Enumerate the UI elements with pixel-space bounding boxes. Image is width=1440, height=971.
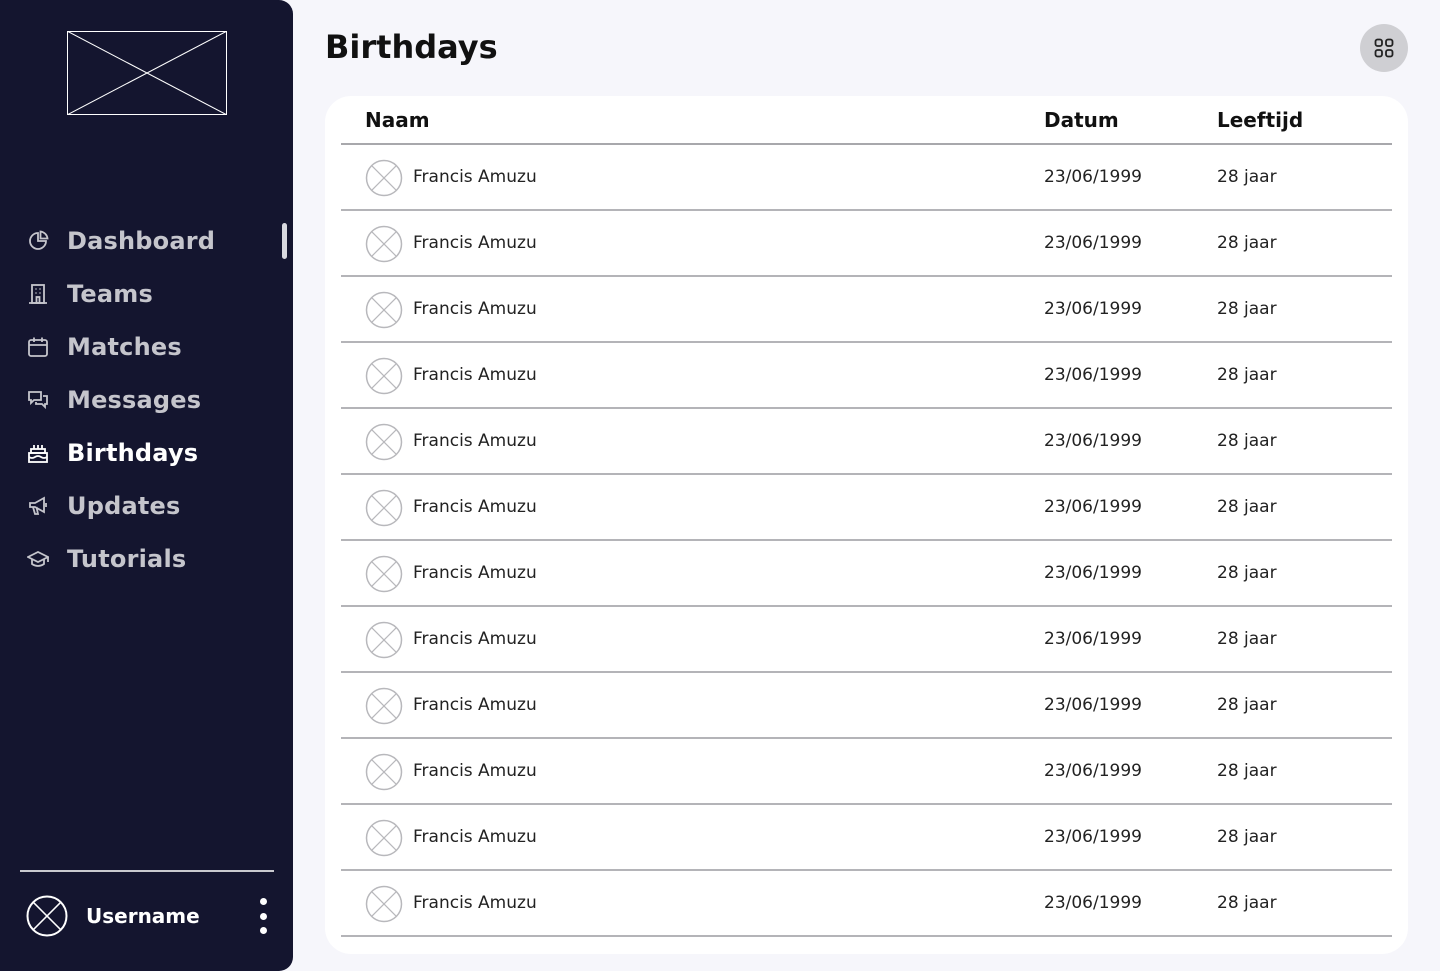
sidebar-item-label: Tutorials — [67, 544, 187, 573]
avatar — [365, 357, 403, 395]
table-row[interactable]: Francis Amuzu 23/06/1999 28 jaar — [341, 145, 1392, 211]
avatar — [365, 291, 403, 329]
row-age: 28 jaar — [1217, 761, 1277, 781]
row-age: 28 jaar — [1217, 893, 1277, 913]
sidebar-item-label: Teams — [67, 279, 153, 308]
table-row[interactable]: Francis Amuzu 23/06/1999 28 jaar — [341, 673, 1392, 739]
table-row[interactable]: Francis Amuzu 23/06/1999 28 jaar — [341, 343, 1392, 409]
chat-icon — [27, 389, 49, 411]
table-header: Naam Datum Leeftijd — [341, 96, 1392, 145]
grid-icon — [1374, 38, 1394, 58]
sidebar-item-updates[interactable]: Updates — [0, 479, 293, 532]
table-row[interactable]: Francis Amuzu 23/06/1999 28 jaar — [341, 475, 1392, 541]
row-name: Francis Amuzu — [413, 167, 537, 187]
sidebar-item-label: Messages — [67, 385, 202, 414]
row-date: 23/06/1999 — [1044, 299, 1142, 319]
row-name: Francis Amuzu — [413, 893, 537, 913]
building-icon — [27, 283, 49, 305]
column-header-datum[interactable]: Datum — [1044, 108, 1119, 132]
calendar-icon — [27, 336, 49, 358]
row-age: 28 jaar — [1217, 431, 1277, 451]
sidebar-item-birthdays[interactable]: Birthdays — [0, 426, 293, 479]
sidebar-item-matches[interactable]: Matches — [0, 320, 293, 373]
avatar — [365, 159, 403, 197]
table-row[interactable]: Francis Amuzu 23/06/1999 28 jaar — [341, 211, 1392, 277]
column-header-naam[interactable]: Naam — [365, 108, 430, 132]
row-name: Francis Amuzu — [413, 629, 537, 649]
scroll-indicator[interactable] — [282, 223, 287, 259]
sidebar-item-teams[interactable]: Teams — [0, 267, 293, 320]
avatar — [365, 753, 403, 791]
user-divider — [20, 870, 274, 872]
row-age: 28 jaar — [1217, 827, 1277, 847]
row-name: Francis Amuzu — [413, 563, 537, 583]
row-name: Francis Amuzu — [413, 233, 537, 253]
table-row[interactable]: Francis Amuzu 23/06/1999 28 jaar — [341, 409, 1392, 475]
avatar — [365, 885, 403, 923]
table-row[interactable]: Francis Amuzu 23/06/1999 28 jaar — [341, 805, 1392, 871]
row-date: 23/06/1999 — [1044, 365, 1142, 385]
row-age: 28 jaar — [1217, 629, 1277, 649]
row-date: 23/06/1999 — [1044, 893, 1142, 913]
avatar — [365, 555, 403, 593]
table-row[interactable]: Francis Amuzu 23/06/1999 28 jaar — [341, 871, 1392, 937]
row-date: 23/06/1999 — [1044, 695, 1142, 715]
birthdays-table-card: Naam Datum Leeftijd Francis Amuzu 23/06/1… — [325, 96, 1408, 954]
row-age: 28 jaar — [1217, 299, 1277, 319]
sidebar-item-dashboard[interactable]: Dashboard — [0, 214, 293, 267]
logo-placeholder — [67, 31, 227, 115]
table-row[interactable]: Francis Amuzu 23/06/1999 28 jaar — [341, 277, 1392, 343]
row-name: Francis Amuzu — [413, 299, 537, 319]
sidebar-nav: Dashboard Teams Matches Messages Birthda… — [0, 214, 293, 585]
sidebar: Dashboard Teams Matches Messages Birthda… — [0, 0, 293, 971]
sidebar-item-label: Birthdays — [67, 438, 199, 467]
sidebar-item-messages[interactable]: Messages — [0, 373, 293, 426]
avatar — [365, 687, 403, 725]
row-name: Francis Amuzu — [413, 431, 537, 451]
avatar — [365, 423, 403, 461]
row-name: Francis Amuzu — [413, 365, 537, 385]
row-name: Francis Amuzu — [413, 827, 537, 847]
cake-icon — [27, 442, 49, 464]
graduation-cap-icon — [27, 548, 49, 570]
row-age: 28 jaar — [1217, 563, 1277, 583]
table-row[interactable]: Francis Amuzu 23/06/1999 28 jaar — [341, 739, 1392, 805]
row-date: 23/06/1999 — [1044, 431, 1142, 451]
sidebar-item-tutorials[interactable]: Tutorials — [0, 532, 293, 585]
row-date: 23/06/1999 — [1044, 497, 1142, 517]
user-profile[interactable]: Username — [26, 894, 274, 938]
row-age: 28 jaar — [1217, 365, 1277, 385]
sidebar-item-label: Updates — [67, 491, 181, 520]
row-name: Francis Amuzu — [413, 695, 537, 715]
avatar — [365, 225, 403, 263]
row-date: 23/06/1999 — [1044, 167, 1142, 187]
grid-view-button[interactable] — [1360, 24, 1408, 72]
avatar — [365, 621, 403, 659]
more-options-icon[interactable] — [256, 898, 270, 934]
row-name: Francis Amuzu — [413, 497, 537, 517]
row-date: 23/06/1999 — [1044, 629, 1142, 649]
avatar — [365, 489, 403, 527]
table-body: Francis Amuzu 23/06/1999 28 jaar Francis Am… — [341, 145, 1392, 937]
pie-chart-icon — [27, 229, 49, 252]
avatar — [26, 895, 68, 937]
row-age: 28 jaar — [1217, 233, 1277, 253]
megaphone-icon — [27, 495, 49, 517]
row-age: 28 jaar — [1217, 497, 1277, 517]
table-row[interactable]: Francis Amuzu 23/06/1999 28 jaar — [341, 541, 1392, 607]
row-date: 23/06/1999 — [1044, 827, 1142, 847]
row-name: Francis Amuzu — [413, 761, 537, 781]
row-age: 28 jaar — [1217, 695, 1277, 715]
username: Username — [86, 904, 200, 928]
table-row[interactable]: Francis Amuzu 23/06/1999 28 jaar — [341, 607, 1392, 673]
avatar — [365, 819, 403, 857]
sidebar-item-label: Dashboard — [67, 226, 216, 255]
page-title: Birthdays — [325, 28, 498, 66]
row-date: 23/06/1999 — [1044, 233, 1142, 253]
row-age: 28 jaar — [1217, 167, 1277, 187]
row-date: 23/06/1999 — [1044, 563, 1142, 583]
sidebar-item-label: Matches — [67, 332, 182, 361]
row-date: 23/06/1999 — [1044, 761, 1142, 781]
column-header-leeftijd[interactable]: Leeftijd — [1217, 108, 1303, 132]
